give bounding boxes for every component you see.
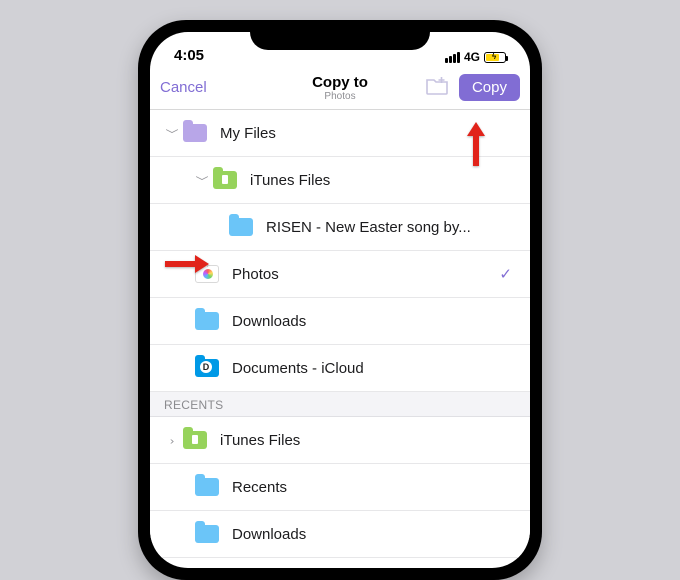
cancel-button[interactable]: Cancel	[160, 79, 207, 96]
copy-button[interactable]: Copy	[459, 74, 520, 101]
title-wrap: Copy to Photos	[312, 74, 368, 102]
new-folder-icon[interactable]	[425, 75, 449, 100]
tree-label: RISEN - New Easter song by...	[266, 219, 516, 236]
recents-item-recents[interactable]: Recents	[150, 464, 530, 511]
tree-item-downloads[interactable]: Downloads	[150, 298, 530, 345]
tree-label: iTunes Files	[220, 432, 516, 449]
battery-icon	[484, 52, 506, 63]
chevron-down-icon[interactable]: ﹀	[192, 172, 212, 187]
page-title: Copy to	[312, 74, 368, 91]
page-subtitle: Photos	[312, 91, 368, 102]
nav-header: Cancel Copy to Photos Copy	[150, 66, 530, 110]
section-recents: RECENTS	[150, 392, 530, 417]
tree-label: iTunes Files	[250, 172, 516, 189]
folder-icon	[194, 357, 220, 379]
annotation-arrow-copy	[465, 122, 487, 171]
annotation-arrow-photos	[165, 253, 209, 280]
checkmark-icon: ✓	[499, 265, 512, 283]
folder-icon	[194, 523, 220, 545]
tree-label: Photos	[232, 266, 499, 283]
tree-label: Documents - iCloud	[232, 360, 516, 377]
folder-tree[interactable]: ﹀ My Files ﹀ iTunes Files RISEN - New Ea…	[150, 110, 530, 558]
tree-item-documents-icloud[interactable]: Documents - iCloud	[150, 345, 530, 392]
folder-icon	[182, 122, 208, 144]
network-label: 4G	[464, 50, 480, 64]
tree-label: Downloads	[232, 313, 516, 330]
tree-label: Recents	[232, 479, 516, 496]
phone-frame: 4:05 4G Cancel Copy to Photos	[138, 20, 542, 580]
recents-item-downloads[interactable]: Downloads	[150, 511, 530, 558]
folder-icon	[194, 476, 220, 498]
notch	[250, 20, 430, 50]
signal-icon	[445, 52, 460, 63]
folder-icon	[194, 310, 220, 332]
folder-icon	[228, 216, 254, 238]
status-time: 4:05	[174, 47, 204, 64]
chevron-down-icon[interactable]: ﹀	[162, 125, 182, 140]
recents-item-itunes[interactable]: › iTunes Files	[150, 417, 530, 464]
tree-label: Downloads	[232, 526, 516, 543]
folder-icon	[182, 429, 208, 451]
screen: 4:05 4G Cancel Copy to Photos	[150, 32, 530, 568]
folder-icon	[212, 169, 238, 191]
tree-item-risen[interactable]: RISEN - New Easter song by...	[150, 204, 530, 251]
chevron-right-icon[interactable]: ›	[162, 434, 182, 446]
